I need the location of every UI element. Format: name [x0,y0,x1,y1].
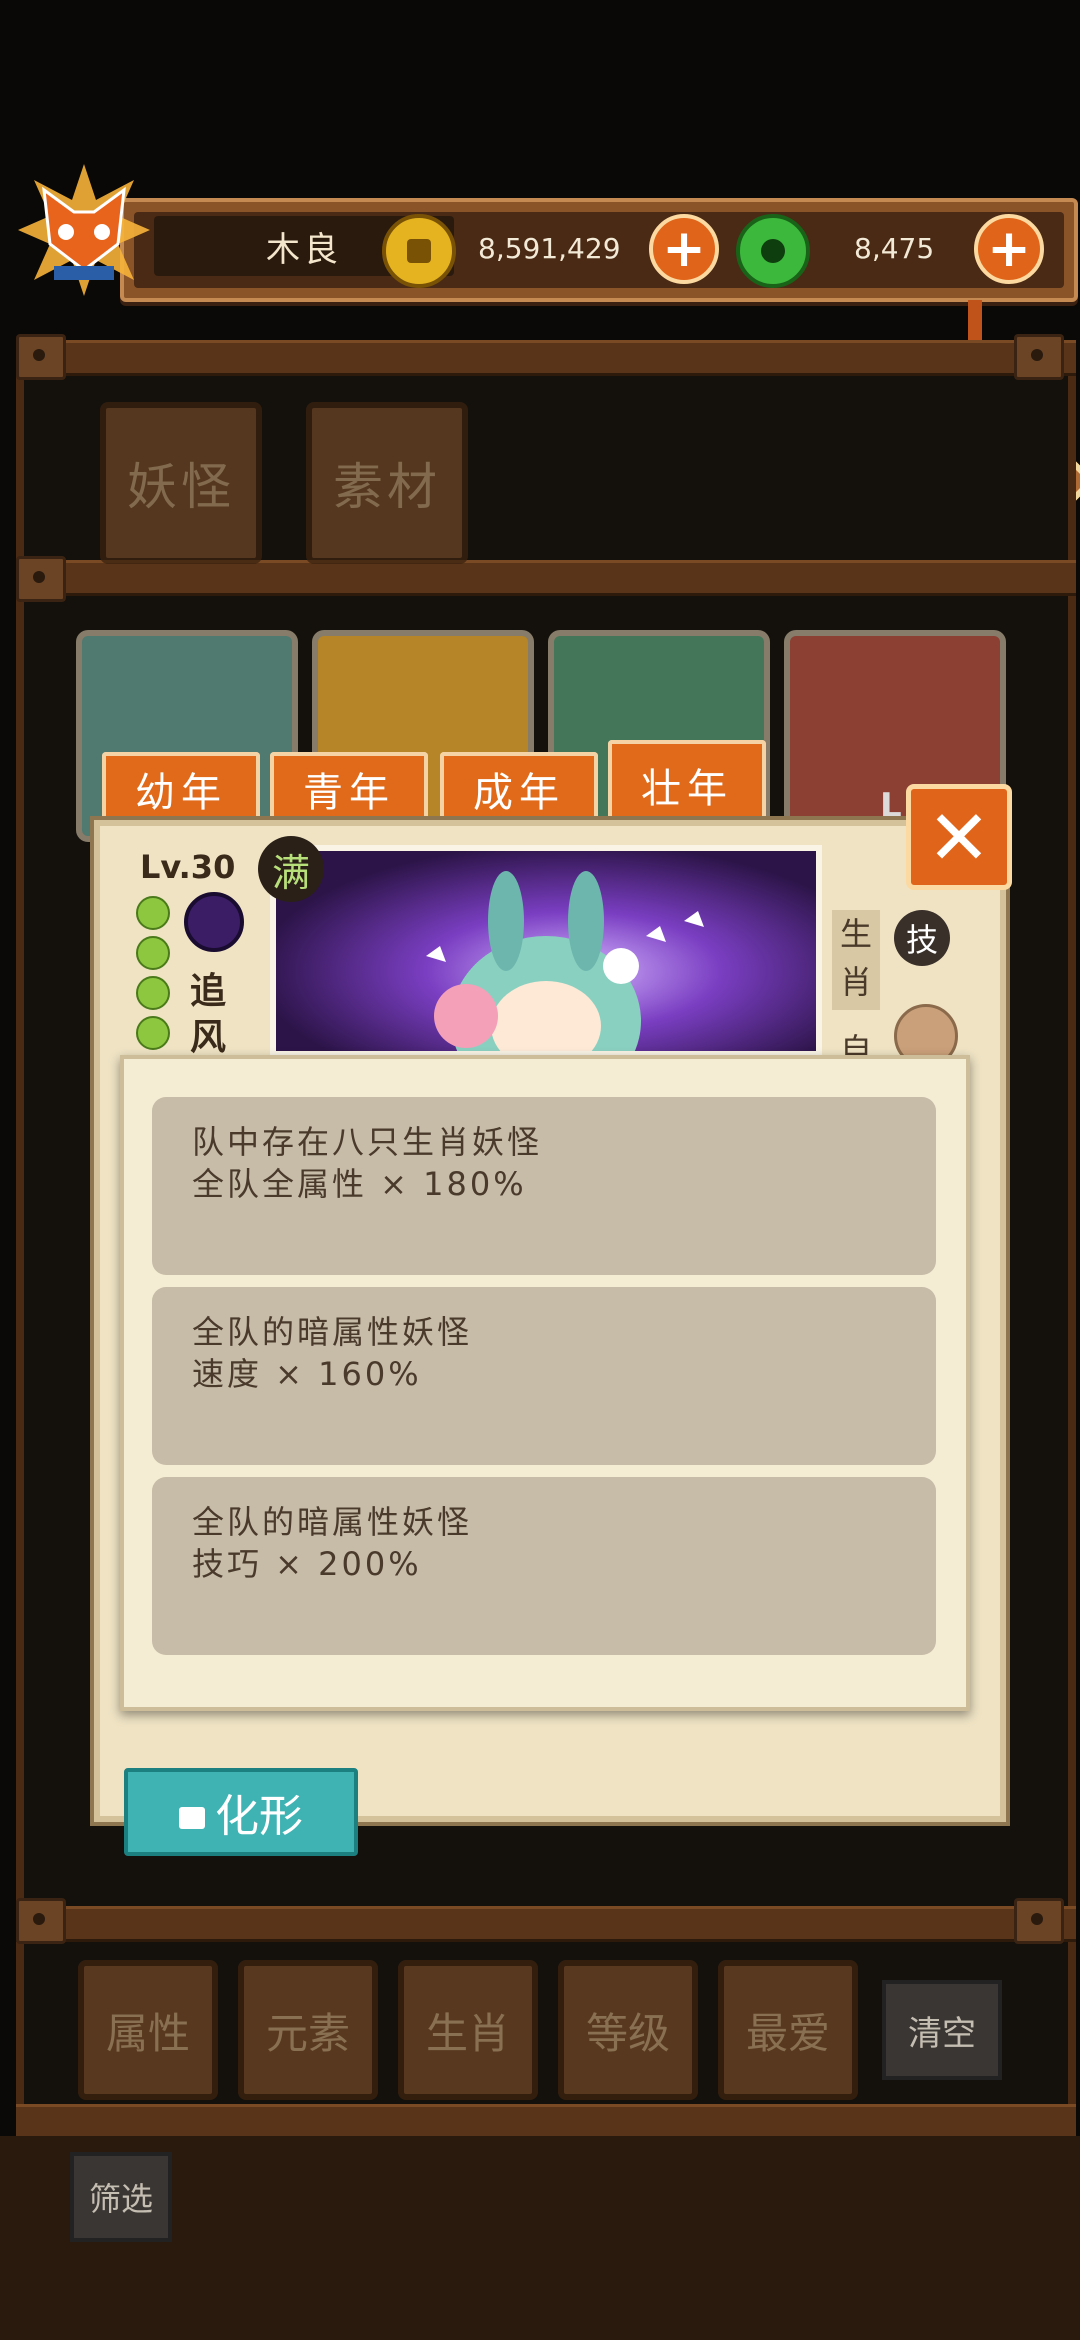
bonus-card: 全队的暗属性妖怪 技巧 × 200% [152,1477,936,1655]
bracket [16,1898,66,1944]
filter-element[interactable]: 元素 [238,1960,378,2100]
bonus-effect: 全队全属性 × 180% [192,1165,527,1203]
filter-attribute[interactable]: 属性 [78,1960,218,2100]
tab-youth[interactable]: 青年 [270,752,428,822]
shelf-bottom [16,1906,1076,1942]
bonus-condition: 队中存在八只生肖妖怪 [192,1123,543,1161]
transform-button[interactable]: 化形 [124,1768,358,1856]
bonus-card: 全队的暗属性妖怪 速度 × 160% [152,1287,936,1465]
bonus-effect: 技巧 × 200% [192,1545,422,1583]
jade-amount: 8,475 [854,232,935,265]
monster-name-char-2: 风 [190,1017,227,1058]
bonus-condition: 全队的暗属性妖怪 [192,1313,473,1351]
star-icon [136,1016,170,1050]
jade-icon [736,214,810,288]
skill-icon[interactable]: 技 [894,910,950,966]
tab-materials[interactable]: 素材 [306,402,468,564]
bonus-effect: 速度 × 160% [192,1355,422,1393]
fox-avatar[interactable] [14,160,154,300]
shelf-base [16,2104,1076,2140]
add-gold-button[interactable]: + [649,214,719,284]
monster-level: Lv.30 [140,848,236,886]
tab-child[interactable]: 幼年 [102,752,260,822]
tab-monsters[interactable]: 妖怪 [100,402,262,564]
filter-level[interactable]: 等级 [558,1960,698,2100]
close-button[interactable]: ✕ [906,784,1012,890]
top-background [0,0,1080,190]
zodiac-label-box: 生 肖 [832,910,880,1010]
star-icon [136,896,170,930]
filter-favorite[interactable]: 最爱 [718,1960,858,2100]
shelf-top [16,340,1076,376]
clear-button[interactable]: 清空 [882,1980,1002,2080]
tab-prime[interactable]: 壮年 [608,740,766,826]
zodiac-label-char-1: 生 [839,915,872,953]
gold-amount: 8,591,429 [478,232,621,265]
shelf-second [16,560,1076,596]
star-icon [136,936,170,970]
max-badge: 满 [258,836,324,902]
lock-icon [179,1807,205,1829]
monster-portrait [270,845,822,1057]
zodiac-label-char-2: 肖 [839,963,872,1001]
star-column [136,896,170,1056]
add-jade-button[interactable]: + [974,214,1044,284]
bracket [1014,1898,1064,1944]
gold-coin-icon [382,214,456,288]
bracket [16,334,66,380]
star-icon [136,976,170,1010]
monster-name-char-1: 追 [190,971,227,1012]
filter-button[interactable]: 筛选 [70,2152,172,2242]
transform-label: 化形 [215,1791,303,1842]
bonus-card: 队中存在八只生肖妖怪 全队全属性 × 180% [152,1097,936,1275]
bracket [16,556,66,602]
resource-bar: 木良 8,591,429 + 8,475 + [120,198,1078,302]
dark-element-icon [184,892,244,952]
filter-zodiac[interactable]: 生肖 [398,1960,538,2100]
bracket [1014,334,1064,380]
bonus-condition: 全队的暗属性妖怪 [192,1503,473,1541]
zodiac-bonus-popup: 队中存在八只生肖妖怪 全队全属性 × 180% 全队的暗属性妖怪 速度 × 16… [120,1055,970,1711]
tab-adult[interactable]: 成年 [440,752,598,822]
